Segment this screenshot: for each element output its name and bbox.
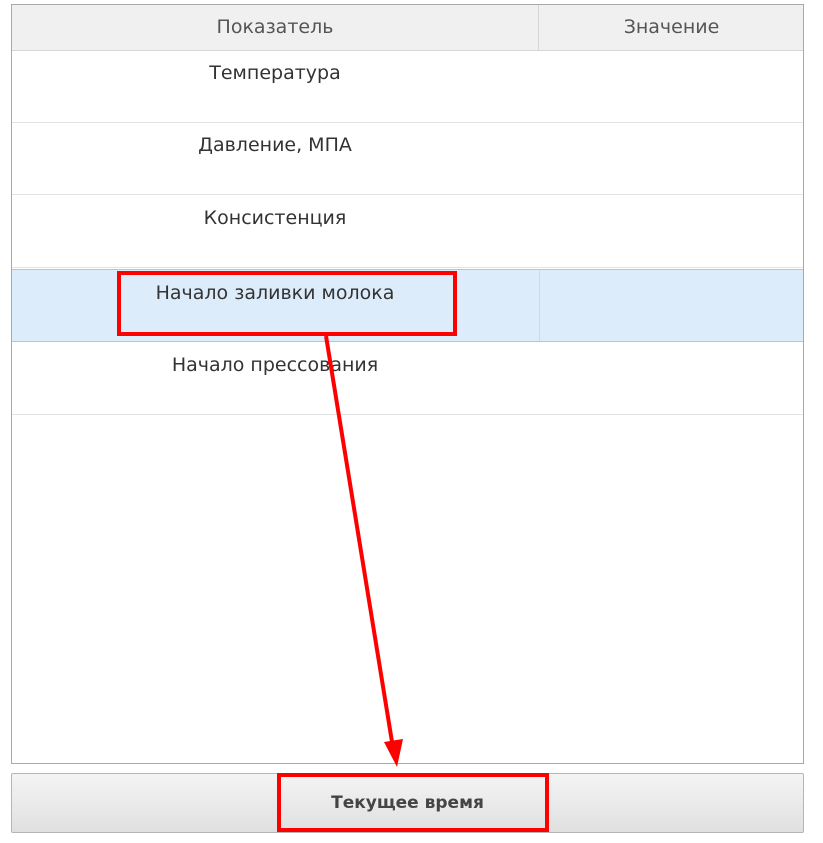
cell-parameter: Давление, МПА <box>198 134 352 156</box>
cell-parameter: Начало заливки молока <box>155 282 395 304</box>
cell-value[interactable] <box>539 196 804 267</box>
column-header-parameter[interactable]: Показатель <box>12 5 539 50</box>
parameters-table: Показатель Значение Температура Давление… <box>11 4 804 764</box>
table-row[interactable]: Давление, МПА <box>12 123 803 195</box>
current-time-button[interactable]: Текущее время <box>11 773 804 833</box>
cell-parameter: Температура <box>209 62 341 84</box>
cell-parameter: Начало прессования <box>171 354 379 376</box>
table-row-selected[interactable]: Начало заливки молока <box>12 269 803 342</box>
table-row[interactable]: Температура <box>12 51 803 123</box>
table-row[interactable]: Консистенция <box>12 196 803 268</box>
column-header-value[interactable]: Значение <box>539 5 804 50</box>
cell-parameter: Консистенция <box>203 207 347 229</box>
table-row[interactable]: Начало прессования <box>12 342 803 415</box>
cell-value[interactable] <box>539 123 804 194</box>
table-header: Показатель Значение <box>12 5 803 51</box>
cell-value[interactable] <box>539 51 804 122</box>
cell-value[interactable] <box>539 270 805 341</box>
cell-value[interactable] <box>539 342 804 414</box>
